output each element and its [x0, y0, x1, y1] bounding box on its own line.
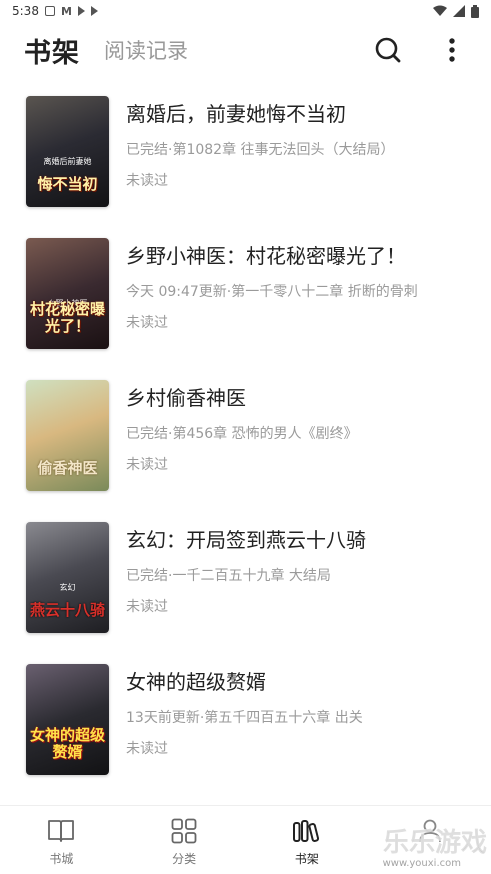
book-info: 乡野小神医：村花秘密曝光了！ 今天 09:47更新·第一千零八十二章 折断的骨刺… [126, 238, 465, 370]
battery-icon [471, 4, 479, 18]
status-time: 5:38 [12, 4, 39, 18]
cover-subtitle: 离婚后前妻她 [43, 157, 92, 166]
cover-title: 偷香神医 [37, 459, 98, 477]
book-read-status: 未读过 [126, 599, 168, 615]
search-button[interactable] [373, 35, 403, 65]
book-latest-chapter: 13天前更新·第五千四百五十六章 出关 [126, 710, 363, 726]
book-title: 玄幻：开局签到燕云十八骑 [126, 528, 366, 552]
book-info: 女神的超级赘婿 13天前更新·第五千四百五十六章 出关 未读过 [126, 664, 465, 796]
status-bar: 5:38 M [0, 0, 491, 22]
book-item[interactable]: 乡野小神医 村花秘密曝光了！ 乡野小神医：村花秘密曝光了！ 今天 09:47更新… [0, 228, 491, 370]
cover-title: 悔不当初 [37, 175, 98, 193]
book-latest-chapter: 已完结·一千二百五十九章 大结局 [126, 568, 331, 584]
book-info: 乡村偷香神医 已完结·第456章 恐怖的男人《剧终》 未读过 [126, 380, 465, 512]
grid-icon [169, 816, 199, 846]
tab-reading-history[interactable]: 阅读记录 [104, 35, 188, 65]
cover-title: 燕云十八骑 [30, 601, 106, 619]
status-right [433, 4, 479, 18]
cover-title: 女神的超级赘婿 [30, 726, 106, 761]
header-actions [373, 35, 467, 65]
book-info: 玄幻：开局签到燕云十八骑 已完结·一千二百五十九章 大结局 未读过 [126, 522, 465, 654]
watermark-url: www.youxi.com [382, 858, 461, 869]
more-button[interactable] [437, 35, 467, 65]
signal-icon [453, 5, 465, 17]
book-read-status: 未读过 [126, 741, 168, 757]
book-title: 乡村偷香神医 [126, 386, 246, 410]
book-read-status: 未读过 [126, 457, 168, 473]
book-read-status: 未读过 [126, 173, 168, 189]
wifi-icon [433, 5, 447, 16]
book-cover[interactable]: 偷香神医 [26, 380, 109, 491]
book-cover[interactable]: 玄幻 燕云十八骑 [26, 522, 109, 633]
book-info: 离婚后，前妻她悔不当初 已完结·第1082章 往事无法回头（大结局） 未读过 [126, 96, 465, 228]
book-latest-chapter: 今天 09:47更新·第一千零八十二章 折断的骨刺 [126, 284, 418, 300]
notification-icon [44, 6, 55, 16]
status-left: 5:38 M [12, 4, 98, 18]
search-icon [375, 37, 401, 63]
watermark-text: 乐乐游戏 [382, 828, 487, 859]
book-cover[interactable]: 乡野小神医 村花秘密曝光了！ [26, 238, 109, 349]
nav-item-bookstore[interactable]: 书城 [0, 806, 123, 874]
book-title: 女神的超级赘婿 [126, 670, 266, 694]
book-cover[interactable]: 女神的超级赘婿 [26, 664, 109, 775]
book-item[interactable]: 女神的超级赘婿 女神的超级赘婿 13天前更新·第五千四百五十六章 出关 未读过 [0, 654, 491, 796]
shelf-icon [292, 816, 322, 846]
book-read-status: 未读过 [126, 315, 168, 331]
play-icon-2 [90, 6, 98, 16]
book-title: 离婚后，前妻她悔不当初 [126, 102, 346, 126]
gmail-icon: M [60, 4, 72, 18]
watermark: 乐乐游戏 www.youxi.com [372, 816, 491, 874]
nav-item-category[interactable]: 分类 [123, 806, 246, 874]
cover-title: 村花秘密曝光了！ [30, 300, 106, 335]
nav-label: 书城 [49, 852, 74, 866]
book-latest-chapter: 已完结·第456章 恐怖的男人《剧终》 [126, 426, 358, 442]
nav-label: 分类 [172, 852, 197, 866]
nav-label: 书架 [294, 852, 319, 866]
nav-item-bookshelf[interactable]: 书架 [246, 806, 369, 874]
play-icon [77, 6, 85, 16]
book-item[interactable]: 玄幻 燕云十八骑 玄幻：开局签到燕云十八骑 已完结·一千二百五十九章 大结局 未… [0, 512, 491, 654]
book-item[interactable]: 离婚后前妻她 悔不当初 离婚后，前妻她悔不当初 已完结·第1082章 往事无法回… [0, 86, 491, 228]
book-latest-chapter: 已完结·第1082章 往事无法回头（大结局） [126, 142, 395, 158]
book-open-icon [46, 816, 76, 846]
cover-subtitle: 玄幻 [59, 583, 76, 592]
app-header: 书架 阅读记录 [0, 22, 491, 78]
more-vertical-icon [449, 38, 455, 62]
tab-bookshelf[interactable]: 书架 [24, 31, 80, 70]
book-cover[interactable]: 离婚后前妻她 悔不当初 [26, 96, 109, 207]
book-title: 乡野小神医：村花秘密曝光了！ [126, 244, 406, 268]
book-list: 离婚后前妻她 悔不当初 离婚后，前妻她悔不当初 已完结·第1082章 往事无法回… [0, 86, 491, 796]
book-item[interactable]: 偷香神医 乡村偷香神医 已完结·第456章 恐怖的男人《剧终》 未读过 [0, 370, 491, 512]
